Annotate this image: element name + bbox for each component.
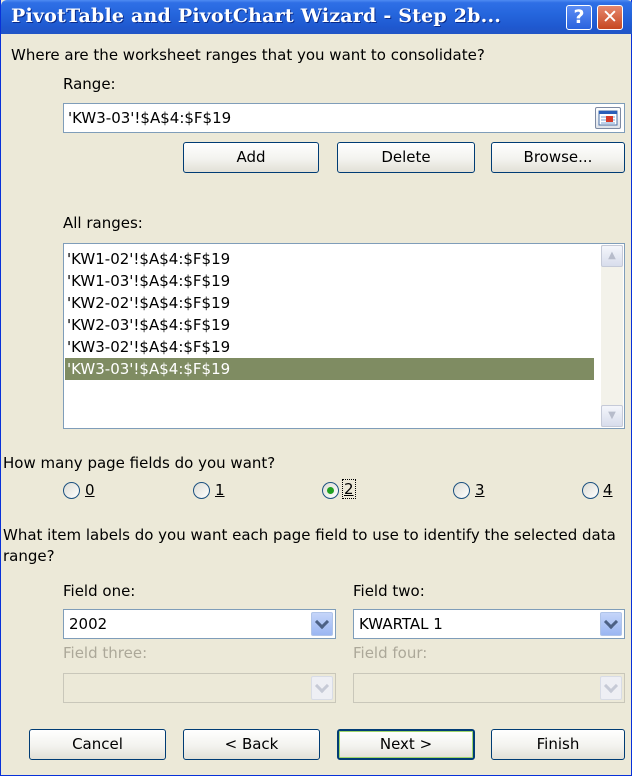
radio-1[interactable]	[193, 482, 210, 499]
close-icon: ✕	[602, 6, 618, 28]
back-button[interactable]: < Back	[183, 729, 320, 760]
radio-2-selected[interactable]	[322, 482, 339, 499]
delete-button[interactable]: Delete	[337, 142, 475, 173]
title-bar[interactable]: PivotTable and PivotChart Wizard - Step …	[1, 0, 632, 34]
next-button[interactable]: Next >	[337, 729, 475, 760]
field-two-combo[interactable]: KWARTAL 1	[353, 609, 625, 639]
all-ranges-list[interactable]: 'KW1-02'!$A$4:$F$19 'KW1-03'!$A$4:$F$19 …	[63, 243, 625, 429]
field-one-label: Field one:	[63, 582, 136, 600]
range-list-item[interactable]: 'KW2-03'!$A$4:$F$19	[65, 314, 594, 336]
range-label: Range:	[63, 75, 116, 93]
range-input-value: 'KW3-03'!$A$4:$F$19	[68, 109, 232, 127]
all-ranges-label: All ranges:	[63, 214, 143, 232]
cancel-button[interactable]: Cancel	[29, 729, 166, 760]
add-button[interactable]: Add	[183, 142, 319, 173]
chevron-down-icon[interactable]	[311, 612, 333, 636]
radio-3-label: 3	[475, 481, 485, 499]
field-two-label: Field two:	[353, 582, 425, 600]
radio-0-label: 0	[85, 481, 95, 499]
range-list-item[interactable]: 'KW1-02'!$A$4:$F$19	[65, 248, 594, 270]
wizard-dialog: PivotTable and PivotChart Wizard - Step …	[0, 0, 632, 776]
range-list-item[interactable]: 'KW2-02'!$A$4:$F$19	[65, 292, 594, 314]
chevron-down-icon[interactable]	[600, 676, 622, 700]
chevron-down-icon[interactable]	[311, 676, 333, 700]
field-one-combo[interactable]: 2002	[63, 609, 336, 639]
page-fields-question: How many page fields do you want?	[3, 454, 276, 472]
browse-button[interactable]: Browse...	[491, 142, 625, 173]
range-collapse-button[interactable]	[595, 107, 621, 129]
field-four-combo[interactable]	[353, 673, 625, 703]
range-list-item[interactable]: 'KW3-02'!$A$4:$F$19	[65, 336, 594, 358]
scroll-down-icon[interactable]: ▼	[601, 405, 623, 427]
radio-0[interactable]	[63, 482, 80, 499]
finish-button[interactable]: Finish	[491, 729, 625, 760]
range-list-item-selected[interactable]: 'KW3-03'!$A$4:$F$19	[65, 358, 594, 380]
field-three-combo[interactable]	[63, 673, 336, 703]
range-input[interactable]: 'KW3-03'!$A$4:$F$19	[63, 103, 625, 133]
field-two-value: KWARTAL 1	[359, 615, 443, 633]
range-list-item[interactable]: 'KW1-03'!$A$4:$F$19	[65, 270, 594, 292]
close-button[interactable]: ✕	[597, 5, 623, 30]
list-scrollbar[interactable]: ▲ ▼	[601, 245, 623, 427]
chevron-down-icon[interactable]	[600, 612, 622, 636]
item-labels-question: What item labels do you want each page f…	[3, 526, 616, 565]
help-icon: ?	[573, 6, 585, 28]
field-three-label: Field three:	[63, 644, 148, 662]
collapse-dialog-icon	[598, 110, 618, 126]
scroll-up-icon[interactable]: ▲	[601, 245, 623, 267]
ranges-question: Where are the worksheet ranges that you …	[11, 46, 485, 64]
field-four-label: Field four:	[353, 644, 428, 662]
help-button[interactable]: ?	[566, 5, 592, 30]
radio-1-label: 1	[215, 481, 225, 499]
window-title: PivotTable and PivotChart Wizard - Step …	[11, 5, 502, 27]
radio-4-label: 4	[603, 481, 613, 499]
radio-2-label: 2	[342, 479, 356, 499]
radio-3[interactable]	[453, 482, 470, 499]
radio-4[interactable]	[582, 482, 599, 499]
field-one-value: 2002	[69, 615, 108, 633]
